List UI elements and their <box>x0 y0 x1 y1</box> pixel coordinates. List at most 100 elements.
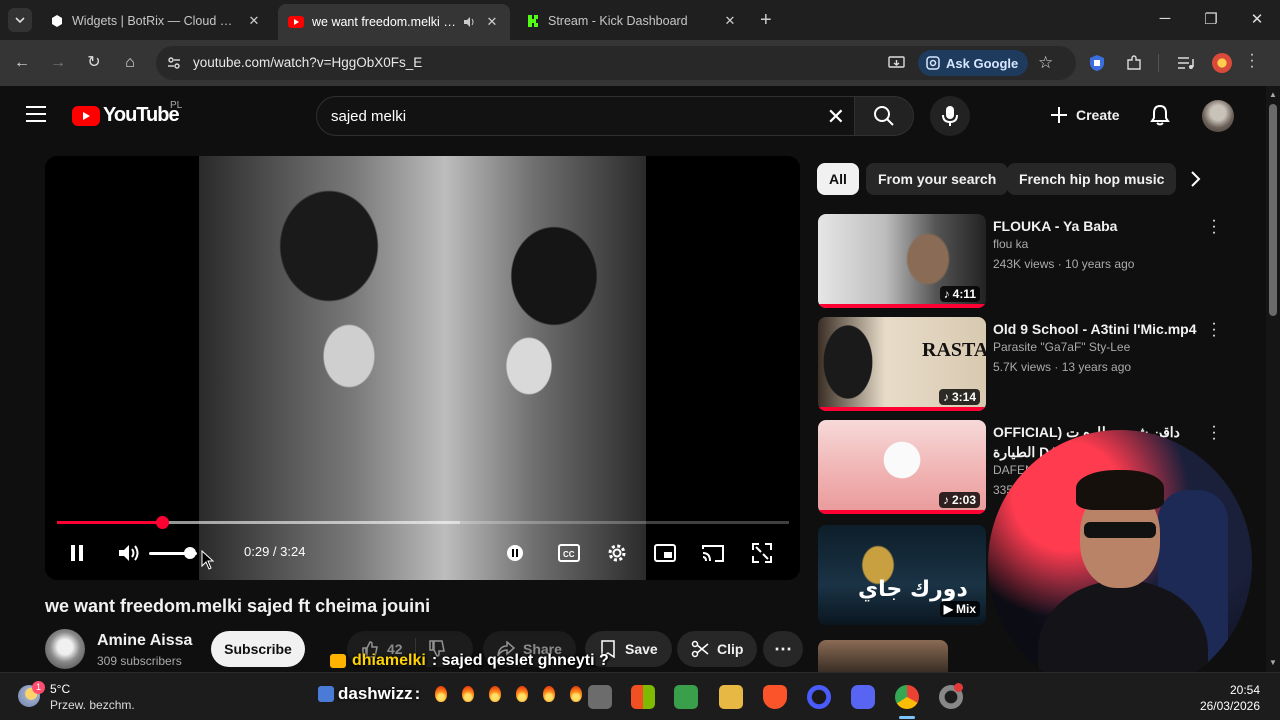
chrome-icon[interactable] <box>895 685 919 709</box>
search-button[interactable] <box>854 96 914 136</box>
weather-temperature[interactable]: 5°C <box>50 682 70 696</box>
scrollbar-thumb[interactable] <box>1269 104 1277 316</box>
search-input[interactable]: sajed melki ✕ <box>316 96 856 136</box>
notifications-bell-icon[interactable] <box>1150 104 1170 126</box>
clear-search-icon[interactable]: ✕ <box>827 104 845 130</box>
discord-icon[interactable] <box>851 685 875 709</box>
scroll-down-icon[interactable]: ▼ <box>1269 658 1277 667</box>
mute-button[interactable] <box>117 541 141 565</box>
tab-kick[interactable]: Stream - Kick Dashboard ✕ <box>516 6 748 36</box>
fullscreen-icon <box>752 543 772 563</box>
scroll-up-icon[interactable]: ▲ <box>1269 90 1277 99</box>
chevron-right-icon[interactable] <box>1186 170 1204 188</box>
media-control-icon[interactable] <box>1177 55 1195 71</box>
captions-button[interactable]: CC <box>557 541 581 565</box>
close-tab-icon[interactable]: ✕ <box>484 14 500 30</box>
recommendation-thumbnail[interactable]: دورك جاي ▶ Mix <box>818 525 986 625</box>
recommendation-title: Old 9 School - A3tini l'Mic.mp4 <box>993 321 1197 337</box>
microsoft-store-icon[interactable] <box>631 685 655 709</box>
minimize-button[interactable]: ─ <box>1155 10 1175 27</box>
thumbnail-text: RASTA <box>922 339 986 361</box>
channel-avatar[interactable] <box>45 629 85 669</box>
file-explorer-icon[interactable] <box>719 685 743 709</box>
settings-button[interactable] <box>605 541 629 565</box>
progress-scrubber[interactable] <box>155 516 169 529</box>
recommendation-channel: Parasite "Ga7aF" Sty-Lee <box>993 340 1131 354</box>
bookmark-star-icon[interactable]: ☆ <box>1038 53 1053 73</box>
youtube-logo[interactable]: YouTube PL <box>72 100 182 127</box>
video-player[interactable]: 0:29 / 3:24 CC <box>45 156 800 580</box>
weather-description[interactable]: Przew. bezchm. <box>50 698 135 712</box>
subscriber-count: 309 subscribers <box>97 654 182 668</box>
recommendation-item[interactable]: RASTA ♪ 3:14 Old 9 School - A3tini l'Mic.… <box>818 316 1258 413</box>
close-window-button[interactable]: ✕ <box>1247 10 1267 28</box>
app-ring-icon[interactable] <box>807 685 831 709</box>
autoplay-toggle[interactable] <box>505 541 525 565</box>
ask-google-button[interactable]: Ask Google <box>918 50 1029 76</box>
brave-browser-icon[interactable] <box>763 685 787 709</box>
overlay-logo-icon <box>318 686 334 702</box>
menu-icon[interactable] <box>26 106 46 127</box>
chip-from-your-search[interactable]: From your search <box>866 163 1009 195</box>
restore-button[interactable]: ❐ <box>1201 10 1221 28</box>
account-avatar[interactable] <box>1202 100 1234 132</box>
speaker-icon[interactable] <box>462 15 476 29</box>
close-tab-icon[interactable]: ✕ <box>722 13 738 29</box>
mix-icon: ▶ <box>943 602 953 616</box>
search-icon <box>874 106 894 126</box>
fullscreen-button[interactable] <box>751 541 773 565</box>
browser-tab-strip: Widgets | BotRix — Cloud Strea ✕ we want… <box>0 0 1280 40</box>
tab-search-button[interactable] <box>8 8 32 32</box>
more-options-icon[interactable]: · · · <box>1206 213 1222 241</box>
botrix-favicon-icon <box>52 15 62 27</box>
reload-button[interactable]: ↻ <box>84 53 104 73</box>
video-frame <box>199 156 646 580</box>
duration-badge: ♪ 3:14 <box>938 389 980 405</box>
pause-button[interactable] <box>67 541 87 565</box>
address-bar[interactable]: youtube.com/watch?v=HggObX0Fs_E Ask Goog… <box>156 46 1076 80</box>
site-info-icon[interactable] <box>166 55 182 71</box>
browser-menu-icon[interactable]: · · · <box>1248 47 1256 75</box>
recommendation-thumbnail[interactable]: RASTA ♪ 3:14 <box>818 317 986 411</box>
close-tab-icon[interactable]: ✕ <box>246 13 262 29</box>
voice-search-button[interactable] <box>930 96 970 136</box>
miniplayer-icon <box>654 544 676 562</box>
music-note-icon: ♪ <box>942 390 949 404</box>
system-clock[interactable]: 20:54 26/03/2026 <box>1200 682 1260 714</box>
tab-botrix[interactable]: Widgets | BotRix — Cloud Strea ✕ <box>40 6 272 36</box>
duration-badge: ♪ 4:11 <box>939 286 980 302</box>
cast-button[interactable] <box>701 541 725 565</box>
forward-button[interactable]: → <box>48 53 68 73</box>
more-actions-button[interactable]: ⋯ <box>763 631 803 667</box>
url-text: youtube.com/watch?v=HggObX0Fs_E <box>193 55 423 70</box>
recommendation-thumbnail[interactable]: ♪ 2:03 <box>818 420 986 514</box>
miniplayer-button[interactable] <box>653 541 677 565</box>
clock-time: 20:54 <box>1229 683 1260 697</box>
active-app-indicator <box>899 716 915 719</box>
extension-shield-icon[interactable] <box>1089 54 1105 72</box>
page-scrollbar[interactable]: ▲ ▼ <box>1266 86 1280 672</box>
create-button[interactable]: Create <box>1036 96 1134 134</box>
recommendation-item[interactable]: ♪ 4:11 FLOUKA - Ya Baba flou ka 243K view… <box>818 213 1258 310</box>
home-button[interactable]: ⌂ <box>120 53 140 73</box>
fire-emoji-icon <box>543 686 556 702</box>
more-options-icon[interactable]: · · · <box>1206 316 1222 344</box>
extensions-puzzle-icon[interactable] <box>1125 54 1143 72</box>
tab-youtube[interactable]: we want freedom.melki saje ✕ <box>278 4 510 40</box>
recommendation-thumbnail[interactable]: ♪ 4:11 <box>818 214 986 308</box>
chip-all[interactable]: All <box>817 163 859 195</box>
subscribe-button[interactable]: Subscribe <box>211 631 305 667</box>
more-options-icon[interactable]: · · · <box>1206 419 1222 447</box>
chip-french-hip-hop[interactable]: French hip hop music <box>1007 163 1177 195</box>
channel-name[interactable]: Amine Aissa <box>97 632 192 650</box>
google-lens-icon <box>926 56 940 70</box>
volume-knob[interactable] <box>183 547 196 559</box>
profile-avatar[interactable] <box>1212 53 1232 73</box>
new-tab-button[interactable]: + <box>760 10 772 30</box>
task-view-icon[interactable] <box>588 685 612 709</box>
recommendation-thumbnail-partial[interactable] <box>818 640 948 672</box>
app-icon[interactable] <box>674 685 698 709</box>
install-app-icon[interactable] <box>888 55 905 71</box>
back-button[interactable]: ← <box>12 53 32 73</box>
clip-button[interactable]: Clip <box>677 631 758 667</box>
